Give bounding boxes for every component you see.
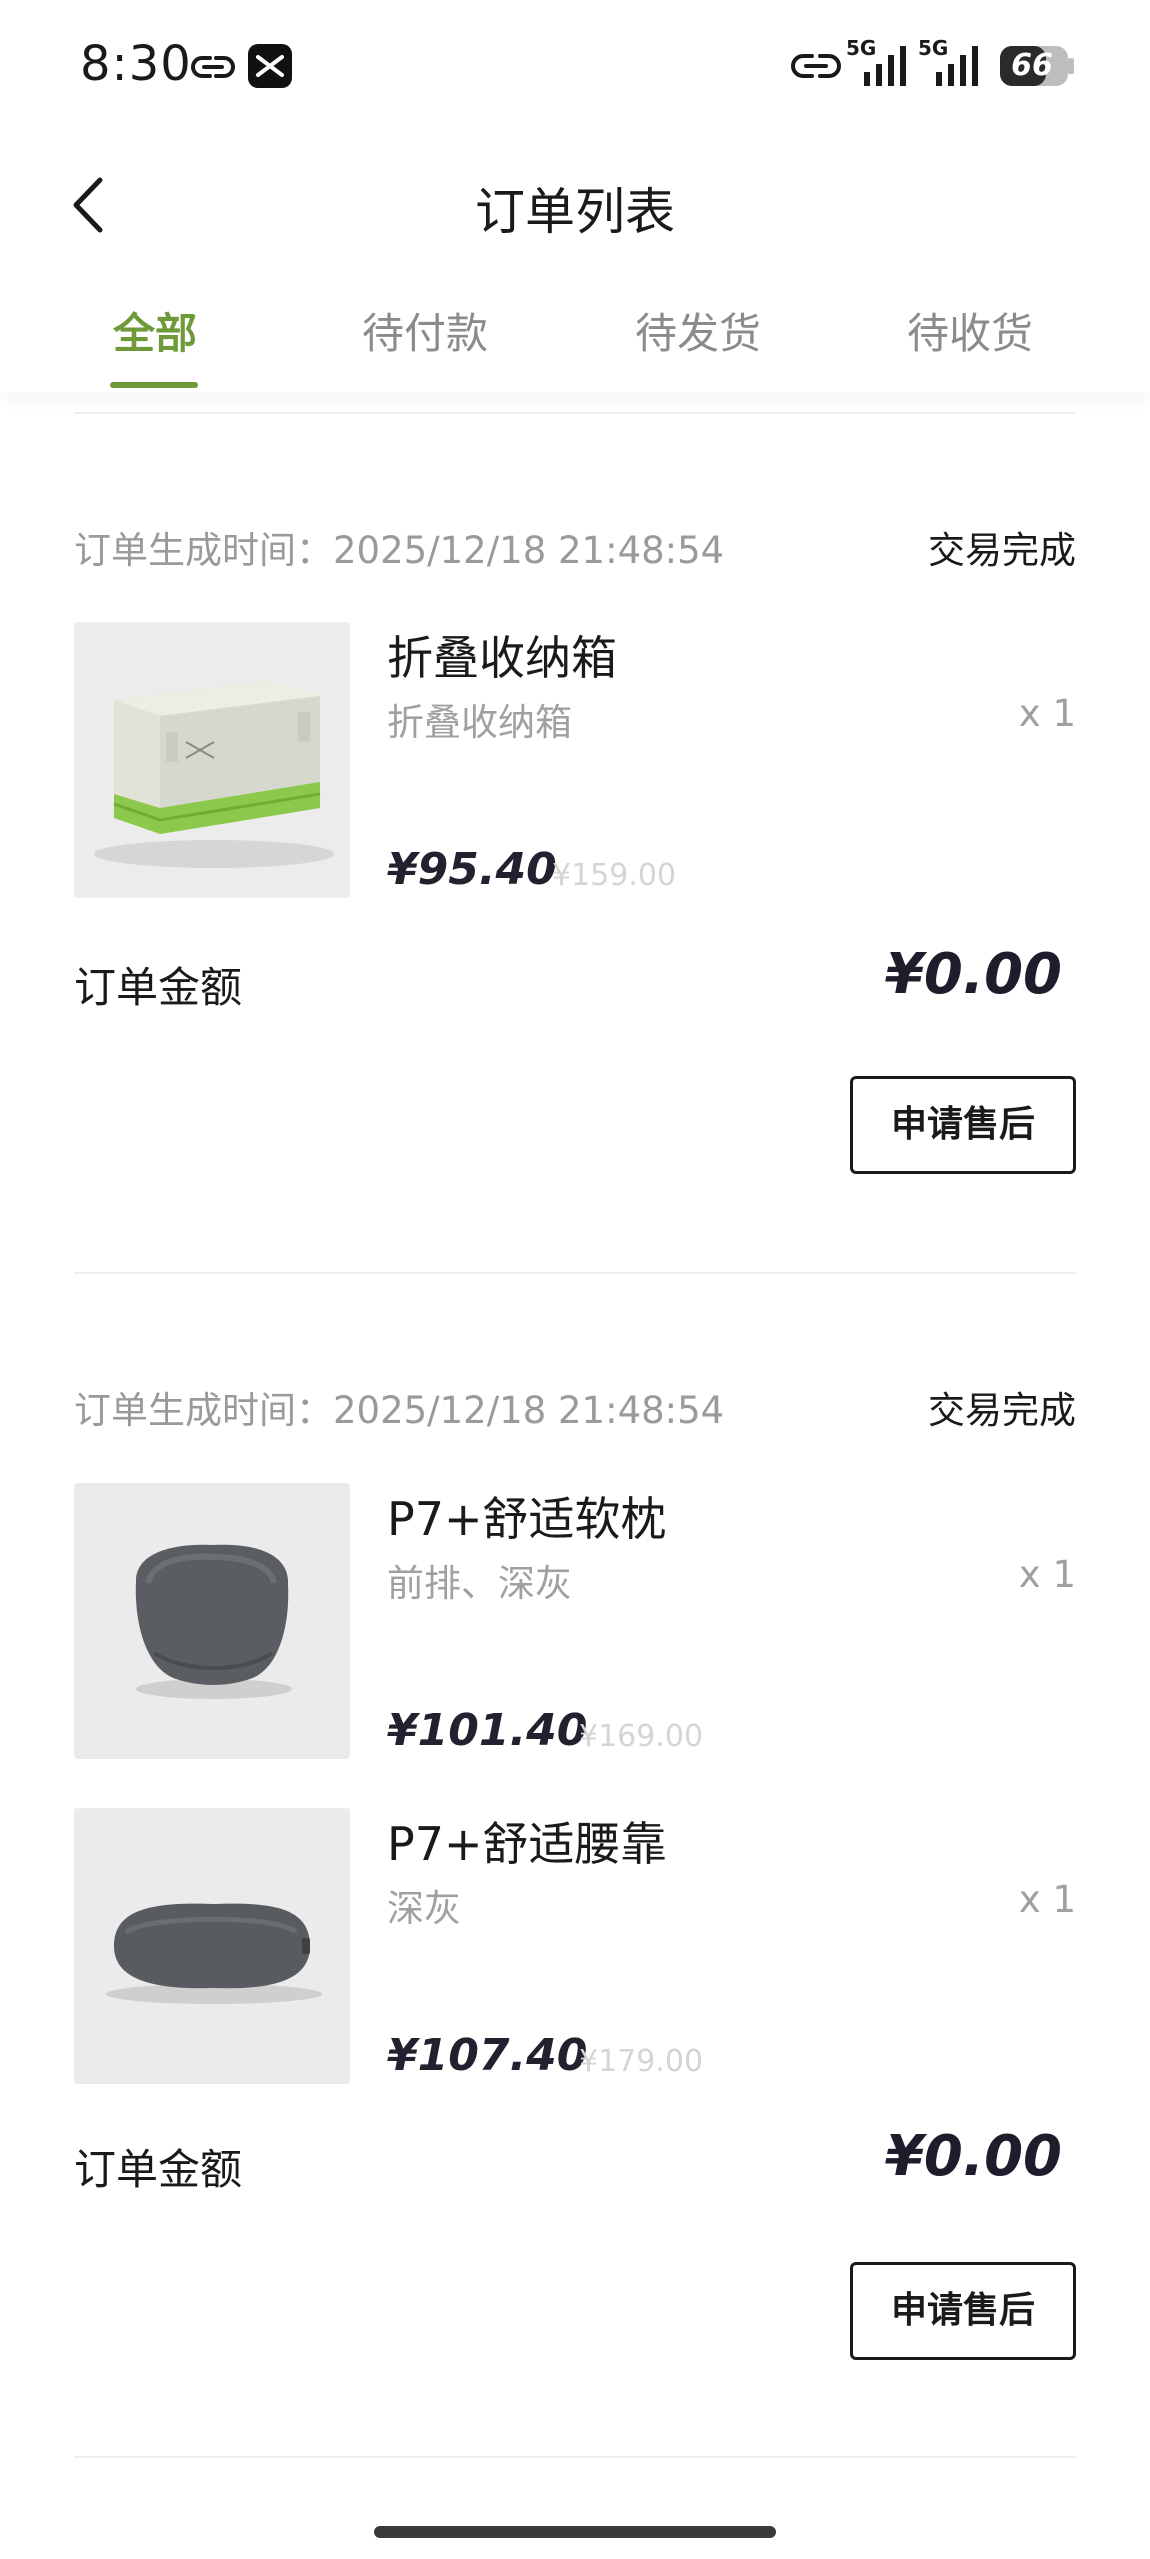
order-tabs: 全部 待付款 待发货 待收货 [0,280,1150,392]
order-amount: ¥0.00 [884,942,1062,1007]
product-original-price: ¥179.00 [579,2044,704,2079]
active-tab-indicator [110,382,198,388]
order-item[interactable]: P7+舒适腰靠 深灰 x 1 ¥107.40 ¥179.00 [74,1808,1076,2084]
product-image-lumbar-pillow [74,1808,350,2084]
product-quantity: x 1 [1018,1878,1076,1921]
product-spec: 前排、深灰 [387,1562,572,1605]
product-original-price: ¥169.00 [579,1719,704,1754]
header: 订单列表 [0,150,1150,260]
product-image-headrest-pillow [74,1483,350,1759]
order-status: 交易完成 [928,1389,1076,1432]
product-image-storage-box [74,622,350,898]
order-amount-label: 订单金额 [74,963,243,1012]
order-list-page: 8:30 5G 5G 66 订单列表 全部 待付款 待发货 待收货 订单生成时间… [0,0,1150,2559]
product-quantity: x 1 [1018,692,1076,735]
order-item[interactable]: P7+舒适软枕 前排、深灰 x 1 ¥101.40 ¥169.00 [74,1483,1076,1759]
network-type-label: 5G [918,36,949,60]
product-name: P7+舒适腰靠 [387,1817,667,1871]
link-icon [191,56,235,78]
product-name: 折叠收纳箱 [387,631,617,685]
order-item[interactable]: 折叠收纳箱 折叠收纳箱 x 1 ¥95.40 ¥159.00 [74,622,1076,898]
product-price: ¥95.40 [387,844,557,895]
tab-all[interactable]: 全部 [100,300,210,380]
tab-pending-shipment[interactable]: 待发货 [628,300,768,380]
order-amount-label: 订单金额 [74,2145,243,2194]
order-card: 订单生成时间：2025/12/18 21:48:54 交易完成 P7+舒适软枕 … [74,1380,1076,2360]
apply-after-sales-button[interactable]: 申请售后 [850,1076,1076,1174]
apply-after-sales-button[interactable]: 申请售后 [850,2262,1076,2360]
product-quantity: x 1 [1018,1553,1076,1596]
product-name: P7+舒适软枕 [387,1492,667,1546]
divider [74,412,1076,414]
product-original-price: ¥159.00 [552,858,677,893]
order-card: 订单生成时间：2025/12/18 21:48:54 交易完成 折叠收纳箱 折叠… [74,520,1076,1180]
order-amount: ¥0.00 [884,2124,1062,2189]
tab-pending-receipt[interactable]: 待收货 [900,300,1040,380]
home-indicator[interactable] [374,2526,776,2538]
battery-level: 66 [1011,48,1053,83]
divider [74,1272,1076,1274]
network-type-label: 5G [846,36,877,60]
battery-icon: 66 [1000,46,1076,86]
order-created-time: 订单生成时间：2025/12/18 21:48:54 [74,1389,725,1432]
product-spec: 深灰 [387,1887,461,1930]
divider [74,2456,1076,2458]
order-created-time: 订单生成时间：2025/12/18 21:48:54 [74,529,725,572]
hotspot-link-icon [791,54,841,78]
page-title: 订单列表 [475,183,675,241]
tab-pending-payment[interactable]: 待付款 [355,300,495,380]
status-time: 8:30 [80,36,192,92]
product-price: ¥107.40 [387,2030,588,2081]
order-status: 交易完成 [928,529,1076,572]
product-spec: 折叠收纳箱 [387,701,572,744]
app-notification-icon [248,44,292,88]
product-price: ¥101.40 [387,1705,588,1756]
status-bar: 8:30 5G 5G 66 [0,0,1150,130]
